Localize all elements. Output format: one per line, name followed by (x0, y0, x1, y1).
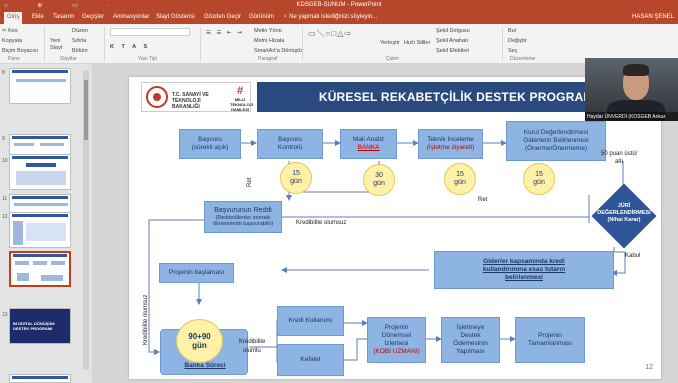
flow-box-basvuru-kontrolu: Başvuru Kontrolü (257, 129, 323, 159)
slide-thumbnails-pane: 8 9 10 11 12 13 Bİ DİJİTAL DÖNÜŞÜM DESTE… (0, 64, 92, 383)
webcam-overlay[interactable]: Haydar ÜNVERDİ (KOSGEB Ankar (585, 58, 678, 121)
text-direction-button[interactable]: Metin Yönü (254, 28, 282, 34)
duration-circle: 30 gün (363, 164, 395, 196)
tab-gecisler[interactable]: Geçişler (82, 14, 104, 20)
tell-me-search[interactable]: ♀ Ne yapmak istediğinizi söyleyin... (283, 14, 377, 20)
shape-outline-button[interactable]: Şekil Anahatı (436, 38, 468, 44)
tab-giris[interactable]: Giriş (4, 12, 23, 24)
slide-number: 11 (2, 196, 8, 202)
label-olumlu: olumlu (243, 348, 261, 354)
font-format-buttons[interactable]: K T A S (110, 44, 150, 50)
copy-button[interactable]: Kopyala (2, 38, 22, 44)
thumbnail-scrollbar[interactable] (83, 70, 89, 370)
tab-ekle[interactable]: Ekle (32, 14, 44, 20)
label-puan: 50 puan üstü/ (601, 151, 638, 157)
slide-thumbnail-selected[interactable] (9, 251, 71, 287)
user-name[interactable]: HASAN ŞENEL (632, 14, 674, 20)
slide-number: 10 (2, 158, 8, 164)
ribbon-separator (502, 27, 503, 61)
scrollbar-thumb[interactable] (84, 80, 88, 140)
slide-thumbnail[interactable]: Bİ DİJİTAL DÖNÜŞÜM DESTEK PROGRAMI (9, 308, 71, 344)
duration-circle: 15 gün (280, 162, 312, 194)
group-label-slaytlar: Slaytlar (60, 56, 77, 62)
flow-box-giderler: Giderler kapsamında kredi kullandırımına … (434, 251, 614, 289)
slide-thumbnail[interactable] (9, 68, 71, 104)
list-buttons[interactable]: ☰ ☰ ⇤ ⇥ (206, 30, 244, 36)
flow-box-teknik-inceleme: Teknik İnceleme (İşletme ziyareti) (418, 129, 483, 159)
label-kredibilite: Kredibilite (239, 339, 266, 345)
mouse-cursor (270, 181, 275, 187)
cut-button[interactable]: ✂ Kes (2, 28, 18, 34)
tab-gorunum[interactable]: Görünüm (249, 14, 274, 20)
select-button[interactable]: Seç (508, 48, 517, 54)
slide-thumbnail[interactable] (9, 374, 71, 383)
slide-number: 9 (2, 136, 5, 142)
label-ret: Ret (247, 177, 253, 187)
shape-fill-button[interactable]: Şekil Dolgusu (436, 28, 470, 34)
arrange-button[interactable]: Yerleştir (380, 40, 400, 46)
smartart-button[interactable]: SmartArt'a Dönüştür (254, 48, 304, 54)
label-kredibilite-olumsuz: Kredibilite olumsuz (296, 220, 347, 226)
replace-button[interactable]: Değiştir (508, 38, 527, 44)
title-bar: ○ ⊕ ▭ · KDSGEB-SUNUM - PowerPoint (0, 0, 678, 11)
duration-circle: 15 gün (523, 163, 555, 195)
tab-animasyonlar[interactable]: Animasyonlar (113, 14, 149, 20)
slide-thumbnail[interactable] (9, 212, 71, 248)
flow-box-destek-odemesi: İşletmeye Destek Ödemesinin Yapılması (441, 317, 500, 363)
jury-decision-diamond: JÜRİ DEĞERLENDİRMESİ (Nihai Karar) (589, 181, 659, 251)
font-name-select[interactable] (110, 28, 190, 36)
duration-circle: 15 gün (444, 163, 476, 195)
slide-thumbnail[interactable] (9, 154, 71, 190)
layout-button[interactable]: Düzen (72, 28, 88, 34)
slide-number: 12 (2, 214, 8, 220)
ribbon-tabs: Giriş Ekle Tasarım Geçişler Animasyonlar… (0, 11, 678, 24)
thumbnail-title: Bİ DİJİTAL DÖNÜŞÜM DESTEK PROGRAMI (13, 321, 55, 331)
flow-box-mali-analiz: Mali Analiz BANKA (340, 129, 397, 159)
flow-box-basvuru: Başvuru (sürekli açık) (179, 129, 241, 159)
ribbon-separator (104, 27, 105, 61)
label-ret: Ret (478, 197, 488, 203)
tab-tasarim[interactable]: Tasarım (53, 14, 74, 20)
flow-box-kefalet: Kefalet (277, 344, 344, 376)
reset-button[interactable]: Sıfırla (72, 38, 86, 44)
label-alti: altı (615, 159, 624, 165)
window-title: KDSGEB-SUNUM - PowerPoint (296, 2, 382, 8)
label-kabul: Kabul (625, 253, 641, 259)
flow-box-basvurunun-reddi: Başvurunun Reddi (Reddedilenler sonraki dö… (204, 201, 282, 233)
ribbon: ✂ Kes Kopyala Biçim Boyacısı Pano Yeni S… (0, 24, 678, 64)
shape-effects-button[interactable]: Şekil Efektleri (436, 48, 469, 54)
section-button[interactable]: Bölüm (72, 48, 88, 54)
ribbon-separator (44, 27, 45, 61)
group-label-cizim: Çizim (386, 56, 399, 62)
group-label-duzenleme: Düzenleme (510, 56, 536, 62)
flow-box-projenin-izlemesi: Projenin Dönemsel İzlemesi (KOBİ UZMANI) (367, 317, 426, 363)
format-painter-button[interactable]: Biçim Boyacısı (2, 48, 38, 54)
find-button[interactable]: Bul (508, 28, 516, 34)
page-number: 12 (645, 364, 653, 371)
align-text-button[interactable]: Metni Hizala (254, 38, 284, 44)
flow-box-projenin-tamamlanmasi: Projenin Tamamlanması (515, 317, 585, 363)
group-label-paragraf: Paragraf (258, 56, 278, 62)
group-label-pano: Pano (8, 56, 20, 62)
quick-styles-button[interactable]: Hızlı Stiller (404, 40, 430, 46)
flow-box-kurul: Kurul Değerlendirmesi Giderlerin Belirlen… (506, 121, 606, 161)
group-label-yazi-tipi: Yazı Tipi (138, 56, 157, 62)
shapes-gallery[interactable]: ▭＼○□△⇨ (308, 28, 352, 39)
presenter-name: Haydar ÜNVERDİ (KOSGEB Ankar (585, 112, 678, 121)
slide-number: 8 (2, 70, 5, 76)
duration-circle-big: 90+90 gün (176, 319, 223, 363)
tab-gozden-gecir[interactable]: Gözden Geçir (204, 14, 241, 20)
ribbon-separator (200, 27, 201, 61)
slide[interactable]: T.C. SANAYİ VE TEKNOLOJİ BAKANLIĞI # MİLL… (129, 77, 661, 379)
tab-slayt-gosterisi[interactable]: Slayt Gösterisi (156, 14, 195, 20)
new-slide-button[interactable]: Yeni Slayt (50, 38, 68, 52)
slide-number: 13 (2, 312, 8, 318)
flow-box-projenin-baslamasi: Projenin başlaması (159, 263, 234, 283)
label-kredibilite-olumsuz-vertical: Kredibilite olumsuz (143, 294, 149, 345)
flow-box-kredi-kullanimi: Kredi Kullanımı (277, 306, 344, 336)
ribbon-separator (302, 27, 303, 61)
